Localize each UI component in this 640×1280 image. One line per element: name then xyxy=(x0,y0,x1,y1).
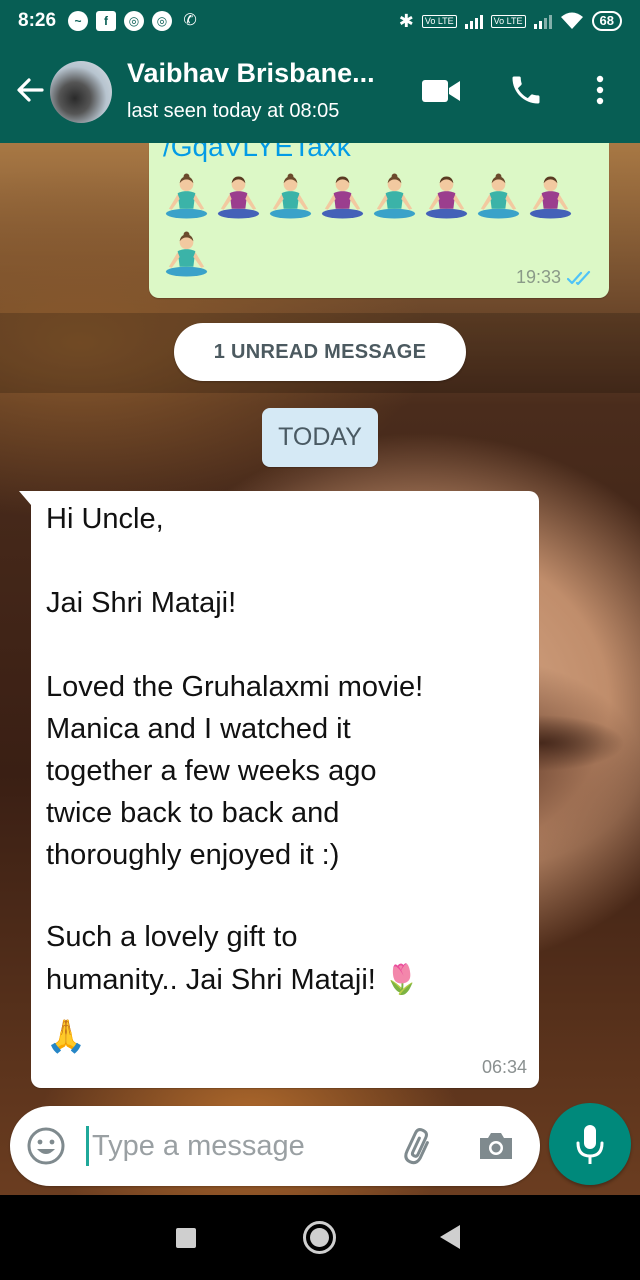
person-in-lotus-position-emoji xyxy=(425,176,468,219)
message-line: 🙏 xyxy=(46,1018,86,1054)
nav-back-icon[interactable] xyxy=(440,1225,460,1249)
message-line: Hi Uncle, xyxy=(46,503,164,535)
message-line: Jai Shri Mataji! xyxy=(46,587,237,619)
missed-call-notification-icon: ✆ xyxy=(183,12,197,29)
bluetooth-icon: ✱ xyxy=(398,10,414,31)
volte-badge-1: Vo LTE xyxy=(421,14,457,28)
person-in-lotus-position-emoji xyxy=(321,176,364,219)
meditation-emoji-row xyxy=(163,231,210,279)
attach-icon[interactable] xyxy=(398,1126,438,1166)
message-line: humanity.. Jai Shri Mataji! 🌷 xyxy=(46,964,421,996)
message-line: Loved the Gruhalaxmi movie! xyxy=(46,671,424,703)
message-line: together a few weeks ago xyxy=(46,755,377,787)
notification-icons: ~ f ◎ ◎ ✆ xyxy=(68,11,200,31)
message-time: 19:33 xyxy=(515,267,561,287)
message-line: twice back to back and xyxy=(46,797,340,829)
text-cursor xyxy=(86,1126,89,1166)
system-status-icons: ✱ Vo LTE Vo LTE 68 xyxy=(399,11,622,32)
message-meta: 19:33 xyxy=(516,267,595,288)
person-in-lotus-position-emoji xyxy=(373,173,416,219)
meditation-emoji-row xyxy=(163,173,574,221)
person-in-lotus-position-emoji xyxy=(477,173,520,219)
volte-badge-2: Vo LTE xyxy=(490,14,526,28)
status-bar: 8:26 ~ f ◎ ◎ ✆ ✱ Vo LTE Vo LTE 68 xyxy=(0,0,640,42)
last-seen-status[interactable]: last seen today at 08:05 xyxy=(127,100,339,123)
person-in-lotus-position-emoji xyxy=(217,176,260,219)
voice-call-icon[interactable] xyxy=(508,72,544,108)
signal-icon-2 xyxy=(533,13,552,29)
signal-icon-1 xyxy=(464,13,483,29)
incoming-message-bubble[interactable]: Hi Uncle, Jai Shri Mataji! Loved the Gru… xyxy=(19,491,539,1088)
chrome-notification-icon-2: ◎ xyxy=(152,11,173,31)
person-in-lotus-position-emoji xyxy=(269,173,312,219)
outgoing-message-bubble[interactable]: /GqaVLYETaxk 19:33 xyxy=(149,143,609,298)
message-input[interactable] xyxy=(92,1124,382,1168)
chrome-notification-icon: ◎ xyxy=(124,11,145,31)
unread-messages-banner: 1 UNREAD MESSAGE xyxy=(174,323,466,381)
message-composer xyxy=(10,1106,540,1186)
date-divider: TODAY xyxy=(262,408,378,467)
emoji-picker-icon[interactable] xyxy=(26,1126,66,1166)
facebook-notification-icon: f xyxy=(96,11,117,31)
voice-message-button[interactable] xyxy=(549,1103,631,1185)
contact-avatar[interactable] xyxy=(50,61,112,123)
messenger-notification-icon: ~ xyxy=(68,11,89,31)
person-in-lotus-position-emoji xyxy=(165,231,208,277)
back-arrow-icon[interactable] xyxy=(12,72,48,108)
battery-indicator: 68 xyxy=(591,11,622,31)
person-in-lotus-position-emoji xyxy=(165,173,208,219)
chat-header: Vaibhav Brisbane... last seen today at 0… xyxy=(0,42,640,143)
status-time: 8:26 xyxy=(18,10,57,31)
more-options-icon[interactable] xyxy=(592,72,608,108)
recent-apps-icon[interactable] xyxy=(176,1228,196,1248)
home-icon[interactable] xyxy=(303,1221,336,1254)
read-receipt-icon xyxy=(567,270,591,285)
message-line: Such a lovely gift to xyxy=(46,921,298,953)
contact-name[interactable]: Vaibhav Brisbane... xyxy=(127,58,375,89)
person-in-lotus-position-emoji xyxy=(529,176,572,219)
message-line: Manica and I watched it xyxy=(46,713,351,745)
message-time: 06:34 xyxy=(481,1057,527,1077)
wifi-icon xyxy=(560,12,583,29)
video-call-icon[interactable] xyxy=(421,78,461,104)
message-line: thoroughly enjoyed it :) xyxy=(46,839,340,871)
camera-icon[interactable] xyxy=(476,1126,516,1166)
microphone-icon xyxy=(576,1125,604,1164)
message-link[interactable]: /GqaVLYETaxk xyxy=(163,143,351,163)
android-nav-bar xyxy=(0,1195,640,1280)
